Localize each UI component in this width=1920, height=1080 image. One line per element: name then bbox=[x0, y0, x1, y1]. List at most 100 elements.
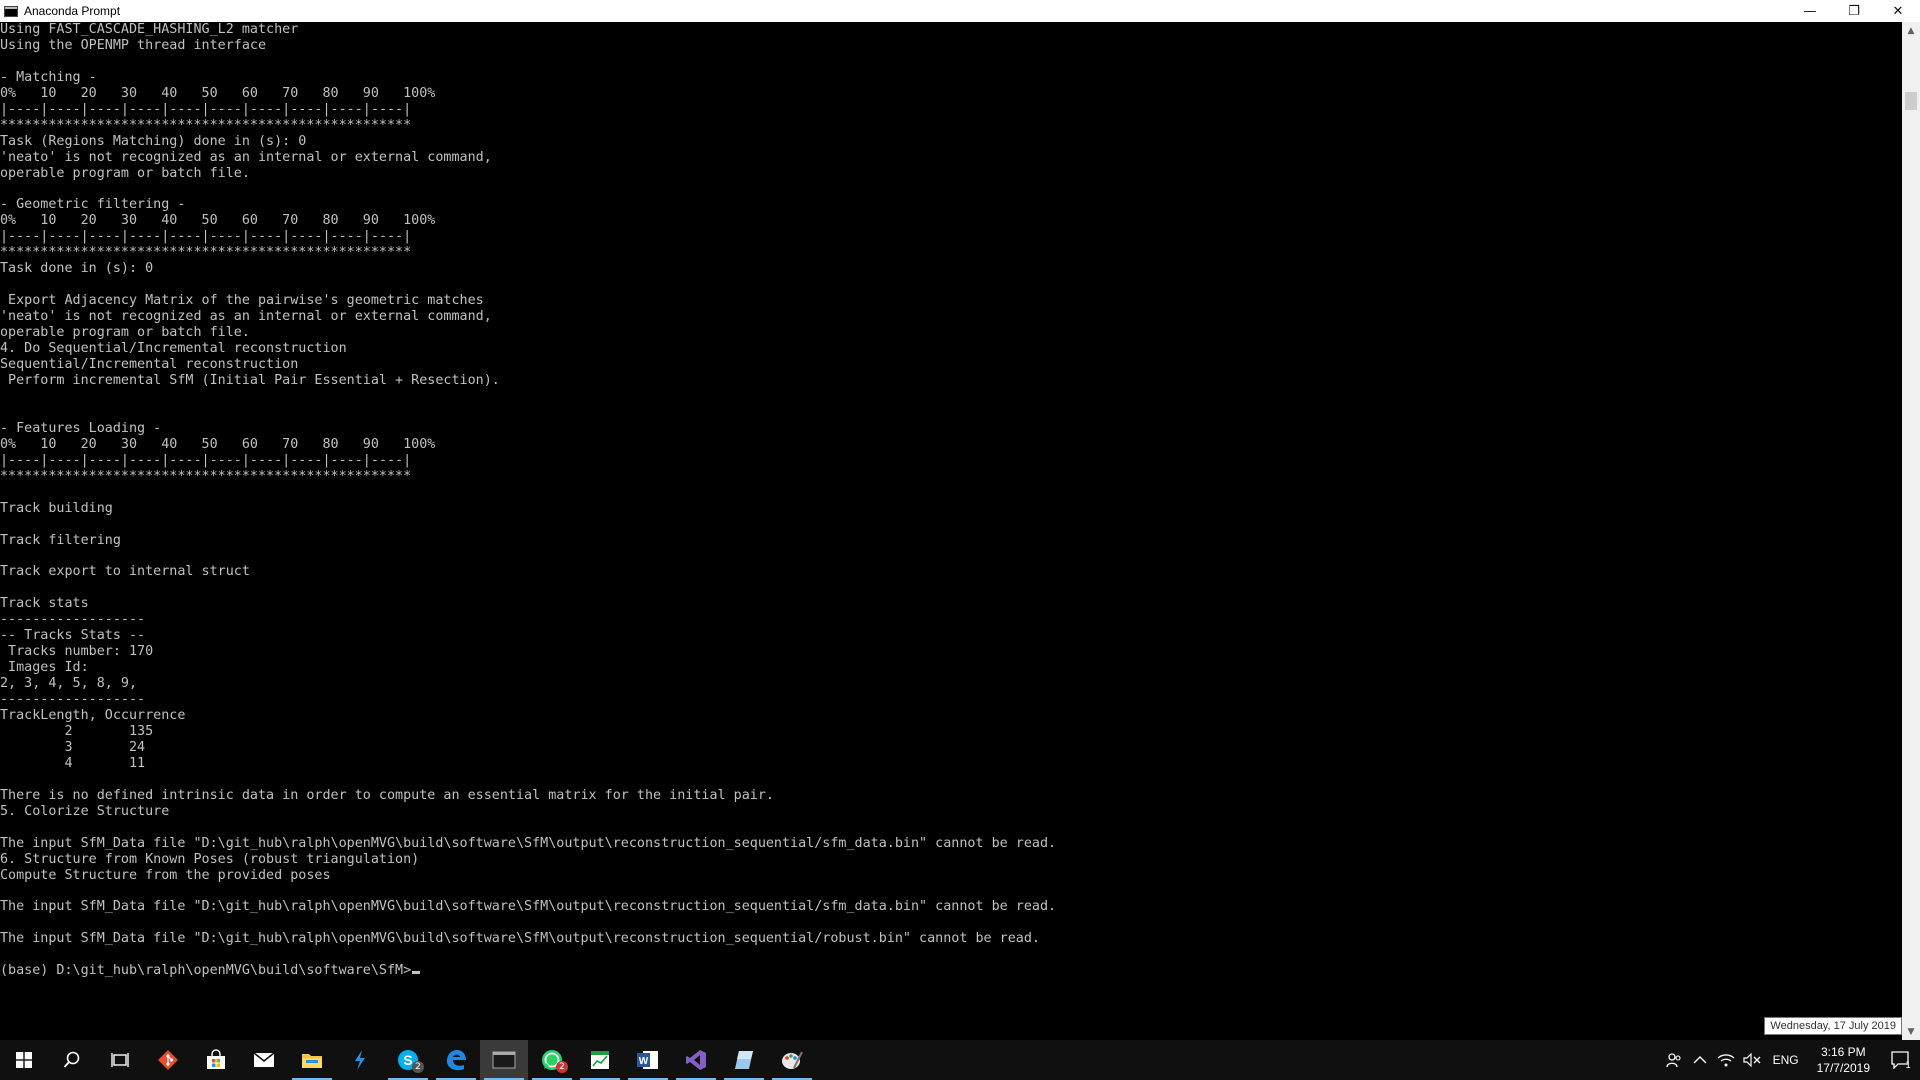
store-icon bbox=[207, 1049, 225, 1069]
edge-icon bbox=[447, 1050, 466, 1071]
minimize-button[interactable]: — bbox=[1788, 0, 1832, 22]
console-line: 0% 10 20 30 40 50 60 70 80 90 100% bbox=[0, 85, 436, 101]
scroll-up-icon[interactable]: ▲ bbox=[1902, 22, 1920, 39]
window-titlebar[interactable]: Anaconda Prompt — ❐ ✕ bbox=[0, 0, 1920, 22]
paint-icon bbox=[782, 1051, 803, 1069]
console-line: The input SfM_Data file "D:\git_hub\ralp… bbox=[0, 899, 1057, 915]
terminal-icon bbox=[492, 1051, 516, 1069]
console-line: |----|----|----|----|----|----|----|----… bbox=[0, 452, 412, 468]
word-app[interactable]: W bbox=[624, 1040, 672, 1080]
clock-time: 3:16 PM bbox=[1820, 1045, 1866, 1059]
console-line: - Geometric filtering - bbox=[0, 197, 186, 213]
volume-button[interactable] bbox=[1739, 1040, 1765, 1080]
close-button[interactable]: ✕ bbox=[1876, 0, 1920, 22]
command-prompt[interactable]: (base) D:\git_hub\ralph\openMVG\build\so… bbox=[0, 963, 411, 978]
visual-studio-app[interactable] bbox=[672, 1040, 720, 1080]
console-line: 0% 10 20 30 40 50 60 70 80 90 100% bbox=[0, 213, 436, 229]
chevron-up-icon bbox=[1693, 1056, 1707, 1064]
date-tooltip: Wednesday, 17 July 2019 bbox=[1764, 1017, 1902, 1035]
console-line: - Features Loading - bbox=[0, 420, 162, 436]
console-line: ****************************************… bbox=[0, 245, 412, 261]
console-output[interactable]: Using FAST_CASCADE_HASHING_L2 matcher Us… bbox=[0, 22, 1902, 1040]
skype-app[interactable]: S 2 bbox=[384, 1040, 432, 1080]
console-line: Task (Regions Matching) done in (s): 0 bbox=[0, 133, 307, 149]
wifi-icon bbox=[1717, 1054, 1735, 1067]
word-icon: W bbox=[637, 1051, 658, 1069]
console-line: TrackLength, Occurrence bbox=[0, 707, 186, 723]
console-line: 3 24 bbox=[64, 739, 146, 755]
people-button[interactable] bbox=[1661, 1040, 1687, 1080]
vscode-icon bbox=[355, 1050, 365, 1070]
system-tray: ENG 3:16 PM 17/7/2019 1 bbox=[1661, 1040, 1920, 1080]
svg-text:W: W bbox=[639, 1056, 649, 1067]
start-button[interactable] bbox=[0, 1040, 48, 1080]
console-line: 0% 10 20 30 40 50 60 70 80 90 100% bbox=[0, 436, 436, 452]
console-line: 2 135 bbox=[64, 723, 154, 739]
spreadsheet-icon bbox=[591, 1051, 609, 1069]
mail-app[interactable] bbox=[240, 1040, 288, 1080]
volume-muted-icon bbox=[1742, 1053, 1761, 1067]
visual-studio-icon bbox=[686, 1050, 706, 1070]
notification-count: 1 bbox=[1905, 1061, 1911, 1071]
git-icon bbox=[158, 1050, 178, 1070]
scrollbar-thumb[interactable] bbox=[1905, 92, 1917, 110]
console-line: The input SfM_Data file "D:\git_hub\ralp… bbox=[0, 835, 1057, 851]
console-line: Perform incremental SfM (Initial Pair Es… bbox=[8, 372, 500, 388]
mail-icon bbox=[253, 1052, 275, 1067]
console-line: - Matching - bbox=[0, 69, 97, 85]
git-app[interactable] bbox=[144, 1040, 192, 1080]
network-button[interactable] bbox=[1713, 1040, 1739, 1080]
console-line: Tracks number: 170 bbox=[8, 644, 154, 660]
console-line: Track building bbox=[0, 500, 113, 516]
anaconda-prompt-app[interactable] bbox=[480, 1040, 528, 1080]
people-icon bbox=[1665, 1053, 1681, 1068]
console-line: 6. Structure from Known Poses (robust tr… bbox=[0, 851, 420, 867]
console-line: 4. Do Sequential/Incremental reconstruct… bbox=[0, 341, 347, 357]
task-view-button[interactable] bbox=[96, 1040, 144, 1080]
paint-app[interactable] bbox=[768, 1040, 816, 1080]
notes-app[interactable] bbox=[720, 1040, 768, 1080]
maximize-button[interactable]: ❐ bbox=[1832, 0, 1876, 22]
console-line: ****************************************… bbox=[0, 468, 412, 484]
console-line: Using FAST_CASCADE_HASHING_L2 matcher bbox=[0, 22, 299, 37]
spreadsheet-app[interactable] bbox=[576, 1040, 624, 1080]
text-cursor bbox=[412, 971, 421, 975]
language-indicator[interactable]: ENG bbox=[1765, 1053, 1807, 1067]
action-center-button[interactable]: 1 bbox=[1880, 1040, 1920, 1080]
clock[interactable]: 3:16 PM 17/7/2019 bbox=[1807, 1044, 1880, 1076]
show-hidden-icons-button[interactable] bbox=[1687, 1040, 1713, 1080]
console-line: |----|----|----|----|----|----|----|----… bbox=[0, 101, 412, 117]
console-line: 'neato' is not recognized as an internal… bbox=[0, 309, 492, 325]
search-icon bbox=[63, 1051, 80, 1068]
console-line: Using the OPENMP thread interface bbox=[0, 37, 267, 53]
console-line: Track export to internal struct bbox=[0, 564, 250, 580]
task-view-icon bbox=[111, 1053, 129, 1067]
console-text: Using FAST_CASCADE_HASHING_L2 matcher Us… bbox=[0, 22, 1902, 979]
console-line: Compute Structure from the provided pose… bbox=[0, 867, 331, 883]
whatsapp-app[interactable]: 2 bbox=[528, 1040, 576, 1080]
console-line: Sequential/Incremental reconstruction bbox=[0, 357, 299, 373]
file-explorer-app[interactable] bbox=[288, 1040, 336, 1080]
console-line: operable program or batch file. bbox=[0, 165, 250, 181]
edge-app[interactable] bbox=[432, 1040, 480, 1080]
console-line: The input SfM_Data file "D:\git_hub\ralp… bbox=[0, 931, 1040, 947]
window-title: Anaconda Prompt bbox=[24, 4, 121, 18]
store-app[interactable] bbox=[192, 1040, 240, 1080]
vscode-app[interactable] bbox=[336, 1040, 384, 1080]
console-line: Track stats bbox=[0, 596, 89, 612]
console-line: 4 11 bbox=[64, 755, 146, 771]
skype-badge: 2 bbox=[412, 1061, 424, 1073]
console-line: ****************************************… bbox=[0, 117, 412, 133]
search-button[interactable] bbox=[48, 1040, 96, 1080]
windows-logo-icon bbox=[16, 1052, 32, 1068]
console-line: Track filtering bbox=[0, 532, 121, 548]
console-line: Images Id: bbox=[8, 660, 89, 676]
console-line: Task done in (s): 0 bbox=[0, 261, 154, 277]
console-line: 5. Colorize Structure bbox=[0, 803, 170, 819]
console-line: 'neato' is not recognized as an internal… bbox=[0, 149, 492, 165]
scroll-down-icon[interactable]: ▼ bbox=[1902, 1023, 1920, 1040]
vertical-scrollbar[interactable]: ▲ ▼ bbox=[1902, 22, 1920, 1040]
folder-icon bbox=[302, 1054, 322, 1068]
console-line: |----|----|----|----|----|----|----|----… bbox=[0, 229, 412, 245]
console-line: Export Adjacency Matrix of the pairwise'… bbox=[8, 293, 484, 309]
